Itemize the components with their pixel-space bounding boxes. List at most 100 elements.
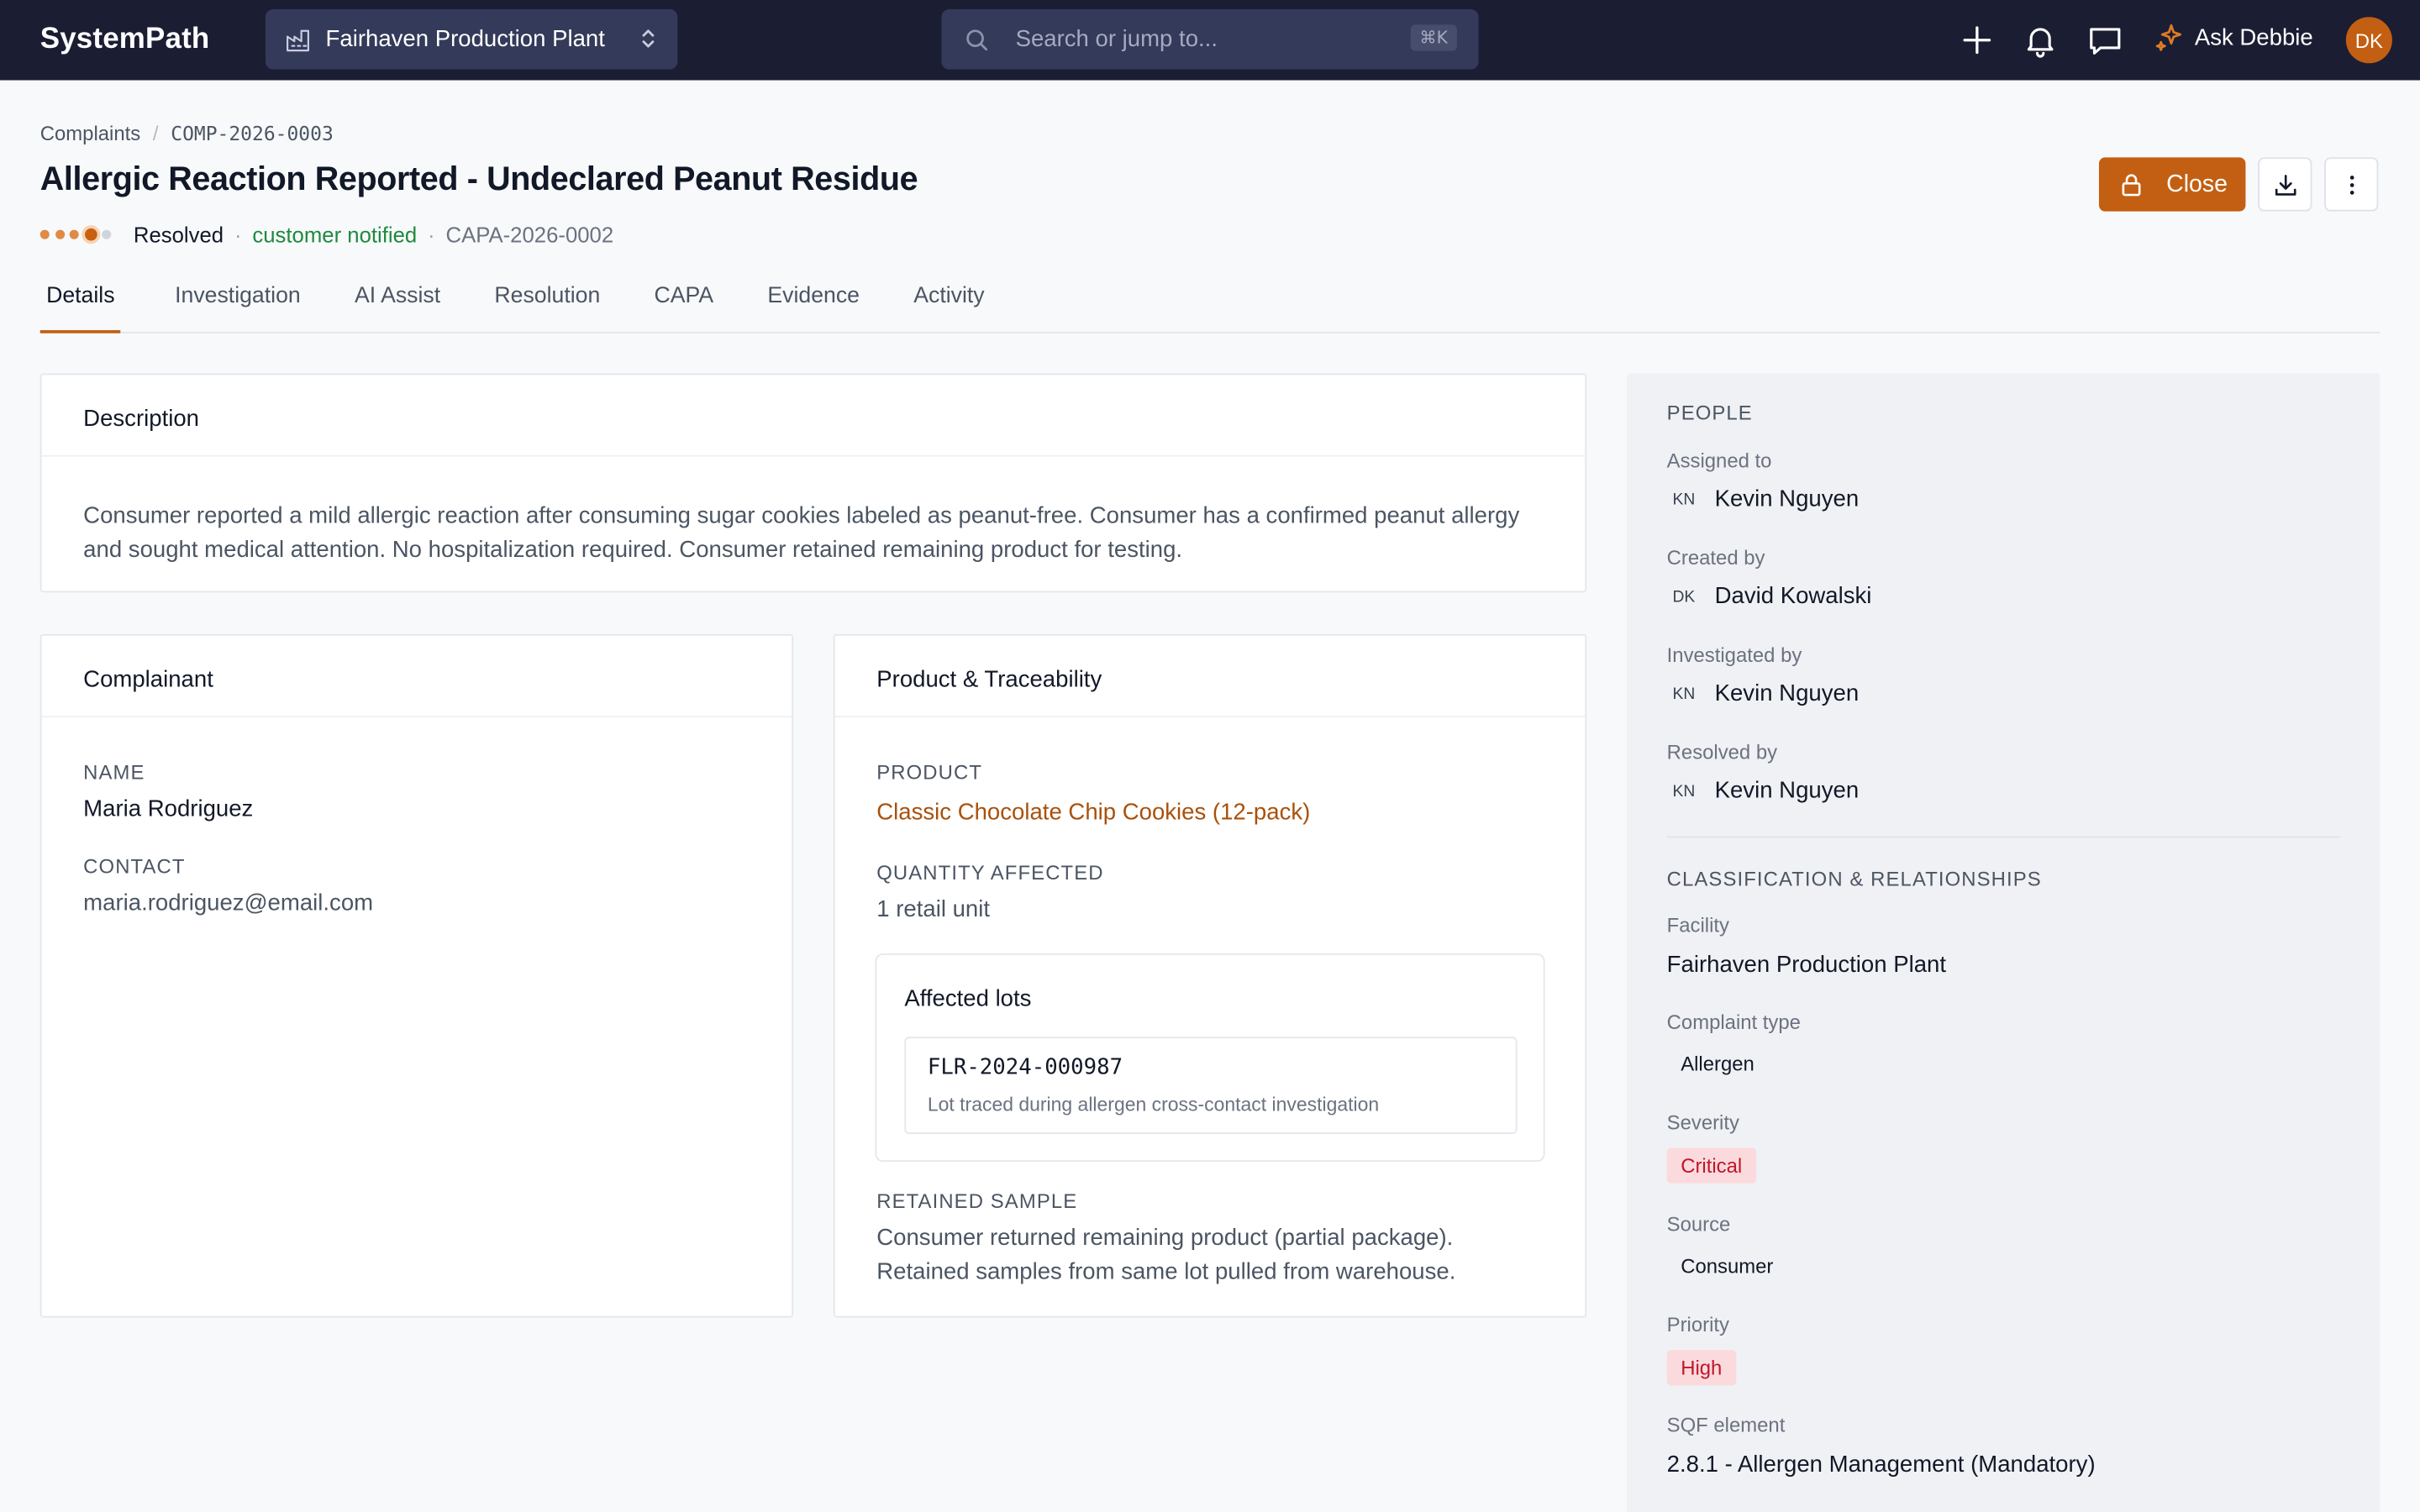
complainant-contact: maria.rodriguez@email.com [83,890,374,917]
lock-icon [2121,173,2140,196]
progress-dot-current [84,228,97,241]
close-complaint-button[interactable]: Close [2098,157,2246,212]
plus-icon[interactable] [1959,22,1996,59]
breadcrumb-separator: / [152,122,159,145]
lot-item[interactable]: FLR-2024-000987 Lot traced during allerg… [904,1037,1518,1134]
sparkle-icon [2155,24,2182,51]
tab-evidence[interactable]: Evidence [767,262,860,332]
sqf-element-label: SQF element [1666,1413,1786,1436]
person-name: Kevin Nguyen [1714,777,1860,804]
customer-notified-label: customer notified [252,222,418,247]
tab-activity[interactable]: Activity [913,262,984,332]
person-initials: KN [1672,490,1696,509]
severity-label: Severity [1666,1110,1739,1134]
facility-value: Fairhaven Production Plant [1666,952,1947,979]
status-progress-dots [39,228,117,241]
more-actions-button[interactable] [2324,157,2379,212]
description-text: Consumer reported a mild allergic reacti… [83,502,1520,564]
progress-dot-complete [55,229,65,239]
person-name: David Kowalski [1714,583,1872,610]
person-initials: DK [1672,586,1696,606]
description-heading: Description [41,375,1586,457]
chat-icon[interactable] [2086,22,2123,59]
person-name: Kevin Nguyen [1714,680,1860,707]
people-heading: PEOPLE [1666,401,1753,425]
search-input[interactable] [1015,26,1386,53]
quantity-label: QUANTITY AFFECTED [876,860,1104,885]
description-card: Description Consumer reported a mild all… [39,373,1587,593]
affected-lots-box: Affected lots FLR-2024-000987 Lot traced… [875,953,1545,1163]
search-icon [966,29,988,50]
product-card: Product & Traceability PRODUCT Classic C… [833,633,1587,1318]
resolved-by-label: Resolved by [1666,740,1778,764]
side-panel: PEOPLE Assigned to KN Kevin Nguyen Creat… [1626,373,2381,1512]
breadcrumb-current: COMP-2026-0003 [171,122,334,145]
source-badge: Consumer [1681,1254,1774,1278]
facility-name: Fairhaven Production Plant [325,26,605,53]
progress-dot-pending [102,229,112,239]
complainant-card: Complainant NAME Maria Rodriguez CONTACT… [39,633,794,1318]
app-logo[interactable]: SystemPath [40,24,210,57]
resolved-by-person[interactable]: KN Kevin Nguyen [1667,777,1860,804]
retained-sample-line-2: Retained samples from same lot pulled fr… [876,1258,1456,1285]
capa-reference-link[interactable]: CAPA-2026-0002 [445,222,613,246]
ask-debbie-label: Ask Debbie [2194,24,2313,50]
close-button-label: Close [2166,170,2228,197]
download-button[interactable] [2258,157,2312,212]
created-by-person[interactable]: DK David Kowalski [1667,583,1872,610]
priority-label: Priority [1666,1313,1729,1336]
complainant-heading: Complainant [41,636,792,718]
app-root: SystemPath Fairhaven Production Plant ⌘K [0,0,2420,1512]
investigated-by-person[interactable]: KN Kevin Nguyen [1667,680,1860,707]
quantity-value: 1 retail unit [876,896,991,923]
product-heading: Product & Traceability [834,636,1586,718]
priority-badge: High [1666,1350,1736,1386]
breadcrumb-root-link[interactable]: Complaints [40,122,140,145]
ask-debbie-button[interactable]: Ask Debbie [2154,22,2313,53]
facility-switcher[interactable]: Fairhaven Production Plant [265,9,678,70]
search-shortcut-hint: ⌘K [1410,24,1457,51]
name-label: NAME [83,760,145,785]
created-by-label: Created by [1666,546,1765,570]
tab-bar: Details Investigation AI Assist Resoluti… [39,262,2381,333]
factory-icon [286,29,309,51]
tab-details[interactable]: Details [39,262,122,333]
more-vertical-icon [2349,175,2354,194]
tab-ai-assist[interactable]: AI Assist [355,262,440,332]
assigned-to-person[interactable]: KN Kevin Nguyen [1667,486,1859,512]
product-link[interactable]: Classic Chocolate Chip Cookies (12-pack) [876,799,1310,825]
global-search[interactable]: ⌘K [941,9,1479,70]
tab-capa[interactable]: CAPA [655,262,714,332]
person-initials: KN [1672,684,1696,703]
assigned-to-label: Assigned to [1666,449,1772,473]
complaint-type-label: Complaint type [1666,1011,1801,1034]
tab-resolution[interactable]: Resolution [494,262,600,332]
investigated-by-label: Investigated by [1666,643,1802,667]
progress-dot-complete [39,229,50,239]
breadcrumb: Complaints / COMP-2026-0003 [40,122,334,145]
person-initials: KN [1672,781,1696,801]
section-divider [1666,836,2340,838]
top-bar: SystemPath Fairhaven Production Plant ⌘K [0,0,2420,81]
separator-dot: · [234,222,242,247]
retained-sample-line-1: Consumer returned remaining product (par… [876,1225,1454,1252]
status-label: Resolved [133,222,224,247]
user-avatar[interactable]: DK [2345,17,2392,64]
download-icon [2274,174,2296,195]
tab-investigation[interactable]: Investigation [175,262,301,332]
bell-icon[interactable] [2022,22,2059,59]
lot-note: Lot traced during allergen cross-contact… [927,1094,1380,1116]
page-title: Allergic Reaction Reported - Undeclared … [39,160,918,198]
complaint-type-badge: Allergen [1681,1052,1754,1076]
contact-label: CONTACT [83,854,186,879]
source-label: Source [1666,1212,1731,1236]
severity-badge: Critical [1666,1147,1756,1184]
lot-code: FLR-2024-000987 [927,1055,1123,1080]
status-line: Resolved · customer notified · CAPA-2026… [39,222,613,247]
progress-dot-complete [69,229,79,239]
product-label: PRODUCT [876,760,983,785]
classification-heading: CLASSIFICATION & RELATIONSHIPS [1666,867,2042,890]
facility-label: Facility [1666,913,1729,937]
affected-lots-heading: Affected lots [904,985,1032,1012]
separator-dot: · [428,222,435,247]
